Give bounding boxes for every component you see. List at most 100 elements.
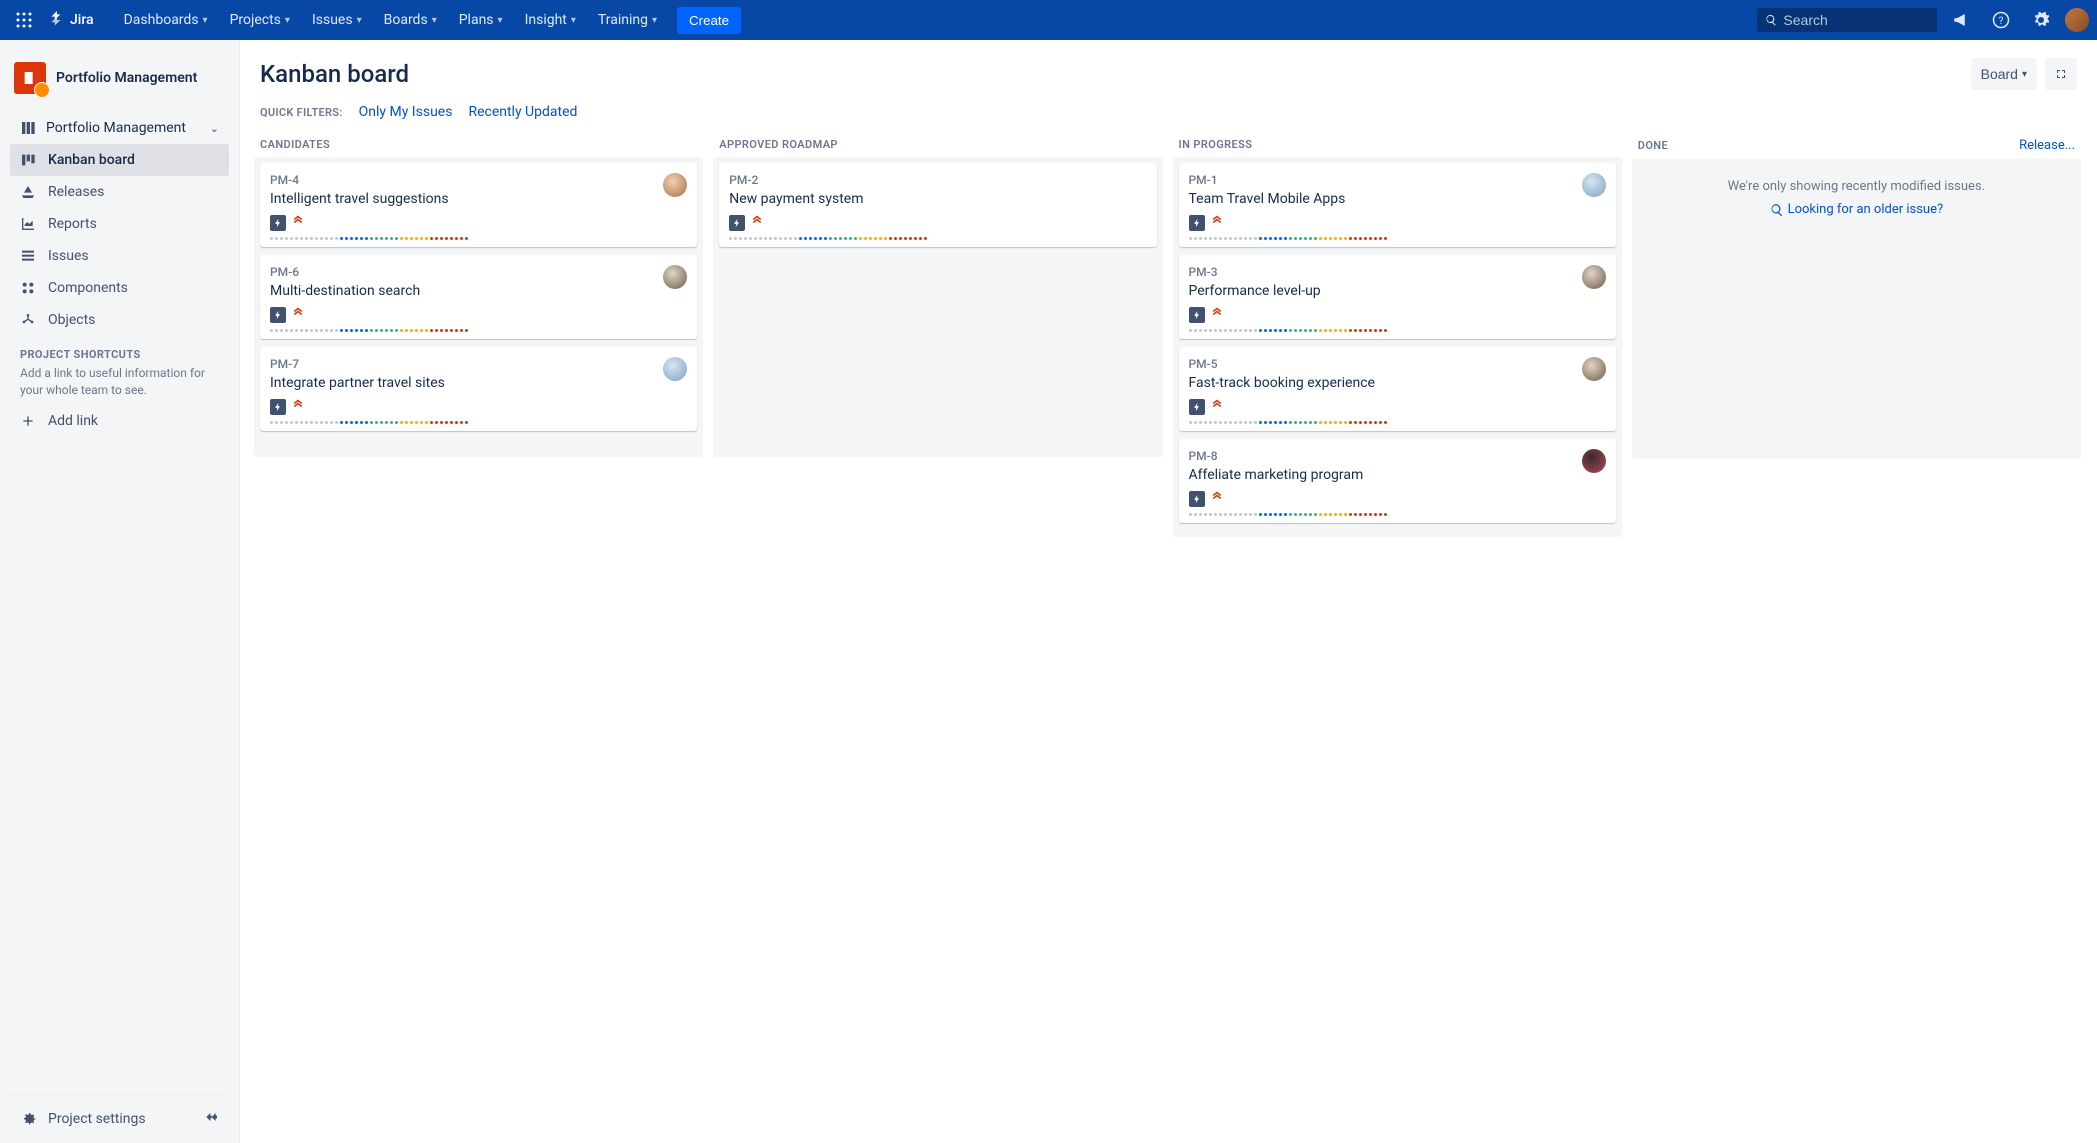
fullscreen-button[interactable] <box>2045 58 2077 90</box>
epic-type-icon <box>729 215 745 231</box>
add-link-button[interactable]: Add link <box>10 405 229 437</box>
sidebar-item-reports[interactable]: Reports <box>10 208 229 240</box>
collapse-sidebar-icon[interactable] <box>193 1103 229 1135</box>
product-name: Jira <box>70 12 94 28</box>
nav-projects[interactable]: Projects▾ <box>220 6 300 34</box>
priority-high-icon <box>292 399 304 415</box>
objects-icon <box>20 312 36 328</box>
issue-card[interactable]: PM-6 Multi-destination search <box>260 255 697 339</box>
assignee-avatar[interactable] <box>1582 173 1606 197</box>
plus-icon <box>20 413 36 429</box>
chevron-down-icon: ⌄ <box>210 122 219 135</box>
sidebar-project-select[interactable]: Portfolio Management ⌄ <box>10 112 229 144</box>
sidebar-item-issues[interactable]: Issues <box>10 240 229 272</box>
issue-title: Performance level-up <box>1189 283 1606 299</box>
issue-key: PM-6 <box>270 265 687 279</box>
release-link[interactable]: Release... <box>2019 138 2075 153</box>
global-search[interactable] <box>1757 8 1937 32</box>
assignee-avatar[interactable] <box>1582 449 1606 473</box>
sidebar: Portfolio Management Portfolio Managemen… <box>0 40 240 1143</box>
progress-dots <box>270 237 687 241</box>
nav-dashboards[interactable]: Dashboards▾ <box>114 6 218 34</box>
search-input[interactable] <box>1783 12 1929 28</box>
board-icon <box>20 120 36 136</box>
svg-text:?: ? <box>1999 14 2004 27</box>
list-icon <box>20 248 36 264</box>
filter-recently-updated[interactable]: Recently Updated <box>468 104 577 120</box>
app-switcher-icon[interactable] <box>8 4 40 36</box>
assignee-avatar[interactable] <box>1582 357 1606 381</box>
expand-icon <box>2055 67 2067 81</box>
content-area: Kanban board Board▾ QUICK FILTERS: Only … <box>240 40 2097 1143</box>
issue-title: Team Travel Mobile Apps <box>1189 191 1606 207</box>
board-column: DONE Release... We're only showing recen… <box>1632 134 2081 1127</box>
filters-label: QUICK FILTERS: <box>260 106 343 119</box>
column-done[interactable]: We're only showing recently modified iss… <box>1632 159 2081 459</box>
older-issue-link[interactable]: Looking for an older issue? <box>1770 202 1944 217</box>
nav-right: ? <box>1757 4 2089 36</box>
column-title: DONE <box>1638 139 1668 152</box>
priority-high-icon <box>1211 491 1223 507</box>
column-inprogress[interactable]: PM-1 Team Travel Mobile Apps PM-3 Perfor… <box>1173 157 1622 537</box>
board-dropdown-button[interactable]: Board▾ <box>1971 58 2037 90</box>
create-button[interactable]: Create <box>677 7 741 34</box>
column-header-candidates: CANDIDATES <box>254 134 703 157</box>
issue-title: Integrate partner travel sites <box>270 375 687 391</box>
column-title: APPROVED ROADMAP <box>719 138 838 151</box>
settings-icon[interactable] <box>2025 4 2057 36</box>
priority-high-icon <box>292 307 304 323</box>
board-column: IN PROGRESS PM-1 Team Travel Mobile Apps… <box>1173 134 1622 1127</box>
nav-insight[interactable]: Insight▾ <box>515 6 586 34</box>
epic-type-icon <box>1189 491 1205 507</box>
issue-card[interactable]: PM-3 Performance level-up <box>1179 255 1616 339</box>
assignee-avatar[interactable] <box>1582 265 1606 289</box>
issue-card[interactable]: PM-2 New payment system <box>719 163 1156 247</box>
chevron-down-icon: ▾ <box>498 15 503 26</box>
nav-boards[interactable]: Boards▾ <box>374 6 447 34</box>
column-header-inprogress: IN PROGRESS <box>1173 134 1622 157</box>
card-footer <box>270 215 687 231</box>
feedback-icon[interactable] <box>1945 4 1977 36</box>
column-candidates[interactable]: PM-4 Intelligent travel suggestions PM-6… <box>254 157 703 457</box>
ship-icon <box>20 184 36 200</box>
issue-card[interactable]: PM-1 Team Travel Mobile Apps <box>1179 163 1616 247</box>
nav-links: Dashboards▾ Projects▾ Issues▾ Boards▾ Pl… <box>114 6 741 34</box>
progress-dots <box>270 329 687 333</box>
quick-filters: QUICK FILTERS: Only My Issues Recently U… <box>240 100 2097 134</box>
issue-card[interactable]: PM-4 Intelligent travel suggestions <box>260 163 697 247</box>
filter-only-my-issues[interactable]: Only My Issues <box>359 104 453 120</box>
board-column: CANDIDATES PM-4 Intelligent travel sugge… <box>254 134 703 1127</box>
board: CANDIDATES PM-4 Intelligent travel sugge… <box>240 134 2097 1143</box>
sidebar-item-components[interactable]: Components <box>10 272 229 304</box>
sidebar-item-releases[interactable]: Releases <box>10 176 229 208</box>
epic-type-icon <box>270 215 286 231</box>
issue-key: PM-8 <box>1189 449 1606 463</box>
nav-training[interactable]: Training▾ <box>588 6 667 34</box>
component-icon <box>20 280 36 296</box>
help-icon[interactable]: ? <box>1985 4 2017 36</box>
project-header[interactable]: Portfolio Management <box>10 58 229 98</box>
user-avatar[interactable] <box>2065 8 2089 32</box>
issue-card[interactable]: PM-8 Affeliate marketing program <box>1179 439 1616 523</box>
chevron-down-icon: ▾ <box>2022 69 2027 80</box>
issue-card[interactable]: PM-5 Fast-track booking experience <box>1179 347 1616 431</box>
page-header: Kanban board Board▾ <box>240 40 2097 100</box>
sidebar-item-kanban[interactable]: Kanban board <box>10 144 229 176</box>
progress-dots <box>1189 329 1606 333</box>
nav-plans[interactable]: Plans▾ <box>449 6 513 34</box>
chevron-down-icon: ▾ <box>203 15 208 26</box>
epic-type-icon <box>1189 215 1205 231</box>
card-footer <box>270 307 687 323</box>
project-settings[interactable]: Project settings <box>10 1103 193 1135</box>
column-title: IN PROGRESS <box>1179 138 1253 151</box>
progress-dots <box>1189 513 1606 517</box>
epic-type-icon <box>1189 307 1205 323</box>
issue-key: PM-4 <box>270 173 687 187</box>
issue-card[interactable]: PM-7 Integrate partner travel sites <box>260 347 697 431</box>
sidebar-item-objects[interactable]: Objects <box>10 304 229 336</box>
jira-logo[interactable]: Jira <box>48 11 94 29</box>
board-icon <box>20 152 36 168</box>
column-approved[interactable]: PM-2 New payment system <box>713 157 1162 457</box>
card-footer <box>729 215 1146 231</box>
nav-issues[interactable]: Issues▾ <box>302 6 372 34</box>
